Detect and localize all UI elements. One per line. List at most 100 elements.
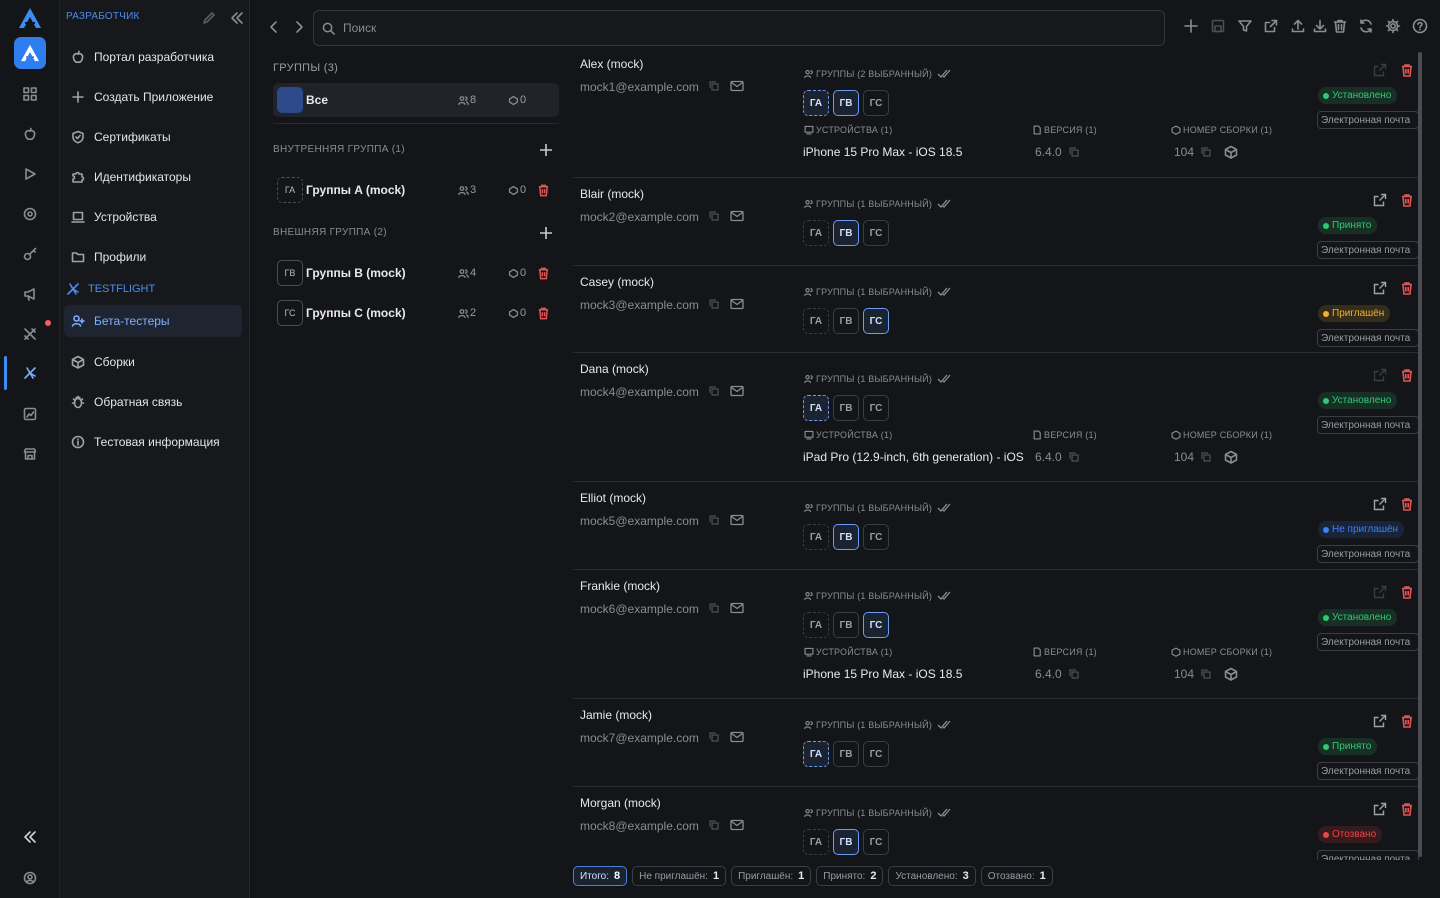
add-external-group-icon[interactable]	[539, 226, 553, 240]
tester-row[interactable]: Alex (mock) mock1@example.com ГРУППЫ (2 ВЫ…	[573, 48, 1419, 178]
group-chip[interactable]: ГС	[863, 308, 889, 334]
check-all-icon[interactable]	[937, 198, 951, 209]
open-tester-icon[interactable]	[1373, 368, 1387, 382]
refresh-icon[interactable]	[1358, 18, 1374, 34]
filter-icon[interactable]	[1237, 18, 1253, 34]
group-all[interactable]: Все 8 0	[273, 83, 559, 117]
target-icon[interactable]	[18, 202, 42, 226]
tester-row[interactable]: Casey (mock) mock3@example.com ГРУППЫ (1 В…	[573, 266, 1419, 353]
check-all-icon[interactable]	[937, 807, 951, 818]
tester-row[interactable]: Elliot (mock) mock5@example.com ГРУППЫ (1 …	[573, 482, 1419, 570]
nav-devices[interactable]: Устройства	[64, 201, 242, 233]
group-chip[interactable]: ГА	[803, 612, 829, 638]
group-chip[interactable]: ГА	[803, 220, 829, 246]
group-chip[interactable]: ГС	[863, 395, 889, 421]
group-chip[interactable]: ГА	[803, 741, 829, 767]
group-chip[interactable]: ГВ	[833, 220, 859, 246]
check-all-icon[interactable]	[937, 590, 951, 601]
delete-group-icon[interactable]	[537, 183, 550, 197]
mail-icon[interactable]	[730, 602, 744, 614]
delete-group-icon[interactable]	[537, 306, 550, 320]
open-tester-icon[interactable]	[1373, 193, 1387, 207]
analytics-icon[interactable]	[18, 402, 42, 426]
nav-create-app[interactable]: Создать Приложение	[64, 81, 242, 113]
edit-icon[interactable]	[202, 11, 216, 25]
group-chip[interactable]: ГА	[803, 829, 829, 855]
search-input[interactable]	[343, 21, 1143, 35]
group-chip[interactable]: ГВ	[833, 90, 859, 116]
group-chip[interactable]: ГА	[803, 308, 829, 334]
mail-icon[interactable]	[730, 514, 744, 526]
group-chip[interactable]: ГВ	[833, 612, 859, 638]
copy-icon[interactable]	[709, 81, 719, 91]
open-external-icon[interactable]	[1263, 18, 1279, 34]
open-tester-icon[interactable]	[1373, 585, 1387, 599]
group-chip[interactable]: ГВ	[833, 524, 859, 550]
copy-icon[interactable]	[1201, 147, 1211, 157]
delete-tester-icon[interactable]	[1400, 193, 1414, 207]
forward-icon[interactable]	[292, 20, 306, 34]
group-chip[interactable]: ГС	[863, 524, 889, 550]
open-tester-icon[interactable]	[1373, 802, 1387, 816]
mail-icon[interactable]	[730, 298, 744, 310]
help-icon[interactable]	[1412, 18, 1428, 34]
tester-row[interactable]: Morgan (mock) mock8@example.com ГРУППЫ (1 …	[573, 787, 1419, 860]
save-icon[interactable]	[1210, 18, 1226, 34]
collapse-sidebar-icon[interactable]	[230, 11, 244, 25]
nav-test-information[interactable]: Тестовая информация	[64, 426, 242, 458]
upload-icon[interactable]	[1290, 18, 1306, 34]
open-tester-icon[interactable]	[1373, 714, 1387, 728]
delete-tester-icon[interactable]	[1400, 585, 1414, 599]
copy-icon[interactable]	[709, 299, 719, 309]
package-icon[interactable]	[1224, 145, 1238, 159]
check-all-icon[interactable]	[937, 68, 951, 79]
summary-revoked[interactable]: Отозвано: 1	[980, 866, 1053, 886]
download-icon[interactable]	[1312, 18, 1328, 34]
copy-icon[interactable]	[1201, 669, 1211, 679]
check-all-icon[interactable]	[937, 719, 951, 730]
group-chip[interactable]: ГА	[803, 524, 829, 550]
copy-icon[interactable]	[709, 603, 719, 613]
summary-total[interactable]: Итого: 8	[573, 866, 628, 886]
delete-tester-icon[interactable]	[1400, 281, 1414, 295]
nav-builds[interactable]: Сборки	[64, 346, 242, 378]
nav-identifiers[interactable]: Идентификаторы	[64, 161, 242, 193]
key-icon[interactable]	[18, 242, 42, 266]
delete-tester-icon[interactable]	[1400, 714, 1414, 728]
list-scrollbar[interactable]	[1418, 52, 1422, 857]
megaphone-icon[interactable]	[18, 282, 42, 306]
add-internal-group-icon[interactable]	[539, 143, 553, 157]
nav-beta-testers[interactable]: Бета-тестеры	[64, 305, 242, 337]
group-chip[interactable]: ГС	[863, 612, 889, 638]
copy-icon[interactable]	[709, 515, 719, 525]
open-tester-icon[interactable]	[1373, 497, 1387, 511]
mail-icon[interactable]	[730, 210, 744, 222]
back-icon[interactable]	[267, 20, 281, 34]
mail-icon[interactable]	[730, 731, 744, 743]
copy-icon[interactable]	[1201, 452, 1211, 462]
group-chip[interactable]: ГС	[863, 829, 889, 855]
mail-icon[interactable]	[730, 819, 744, 831]
delete-tester-icon[interactable]	[1400, 368, 1414, 382]
group-chip[interactable]: ГВ	[833, 829, 859, 855]
nav-developer-portal[interactable]: Портал разработчика	[64, 41, 242, 73]
summary-installed[interactable]: Установлено: 3	[888, 866, 976, 886]
apps-grid-icon[interactable]	[18, 82, 42, 106]
copy-icon[interactable]	[709, 820, 719, 830]
copy-icon[interactable]	[1069, 147, 1079, 157]
delete-tester-icon[interactable]	[1400, 497, 1414, 511]
package-icon[interactable]	[1224, 450, 1238, 464]
play-icon[interactable]	[18, 162, 42, 186]
summary-not-invited[interactable]: Не приглашён: 1	[632, 866, 727, 886]
group-chip[interactable]: ГВ	[833, 308, 859, 334]
tester-row[interactable]: Blair (mock) mock2@example.com ГРУППЫ (1 В…	[573, 178, 1419, 266]
store-icon[interactable]	[18, 442, 42, 466]
group-chip[interactable]: ГВ	[833, 741, 859, 767]
mail-icon[interactable]	[730, 385, 744, 397]
group-c[interactable]: ГС Группы C (mock) 2 0	[273, 296, 559, 330]
developer-app-icon[interactable]	[14, 37, 46, 69]
group-chip[interactable]: ГС	[863, 741, 889, 767]
mail-icon[interactable]	[730, 80, 744, 92]
group-chip[interactable]: ГА	[803, 395, 829, 421]
copy-icon[interactable]	[709, 386, 719, 396]
